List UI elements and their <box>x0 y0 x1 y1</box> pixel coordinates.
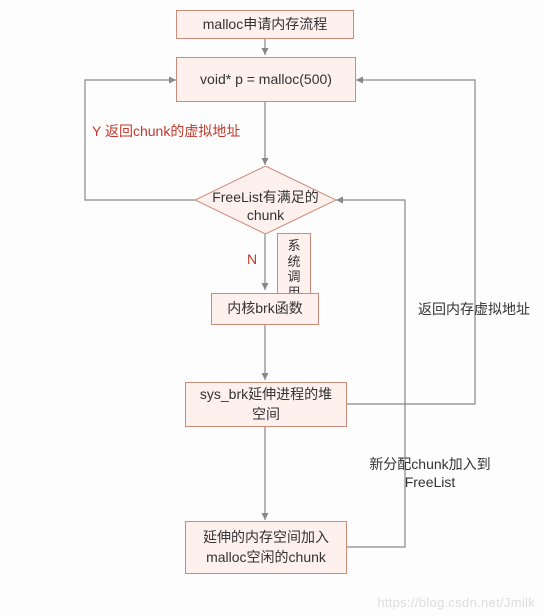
label-add-chunk: 新分配chunk加入到 FreeList <box>355 455 505 491</box>
node-start: void* p = malloc(500) <box>176 57 356 102</box>
label-return-virt: 返回内存虚拟地址 <box>414 300 534 318</box>
node-decision: FreeList有满足的chunk <box>195 166 336 234</box>
title-box: malloc申请内存流程 <box>176 10 354 39</box>
decision-text: FreeList有满足的chunk <box>195 166 336 224</box>
label-no: N <box>247 250 257 268</box>
watermark: https://blog.csdn.net/Jmilk <box>377 595 535 610</box>
label-yes: Y 返回chunk的虚拟地址 <box>92 122 262 140</box>
node-brk: 内核brk函数 <box>211 293 319 325</box>
node-extend: 延伸的内存空间加入malloc空闲的chunk <box>185 521 347 574</box>
node-sysbrk: sys_brk延伸进程的堆空间 <box>185 382 347 427</box>
